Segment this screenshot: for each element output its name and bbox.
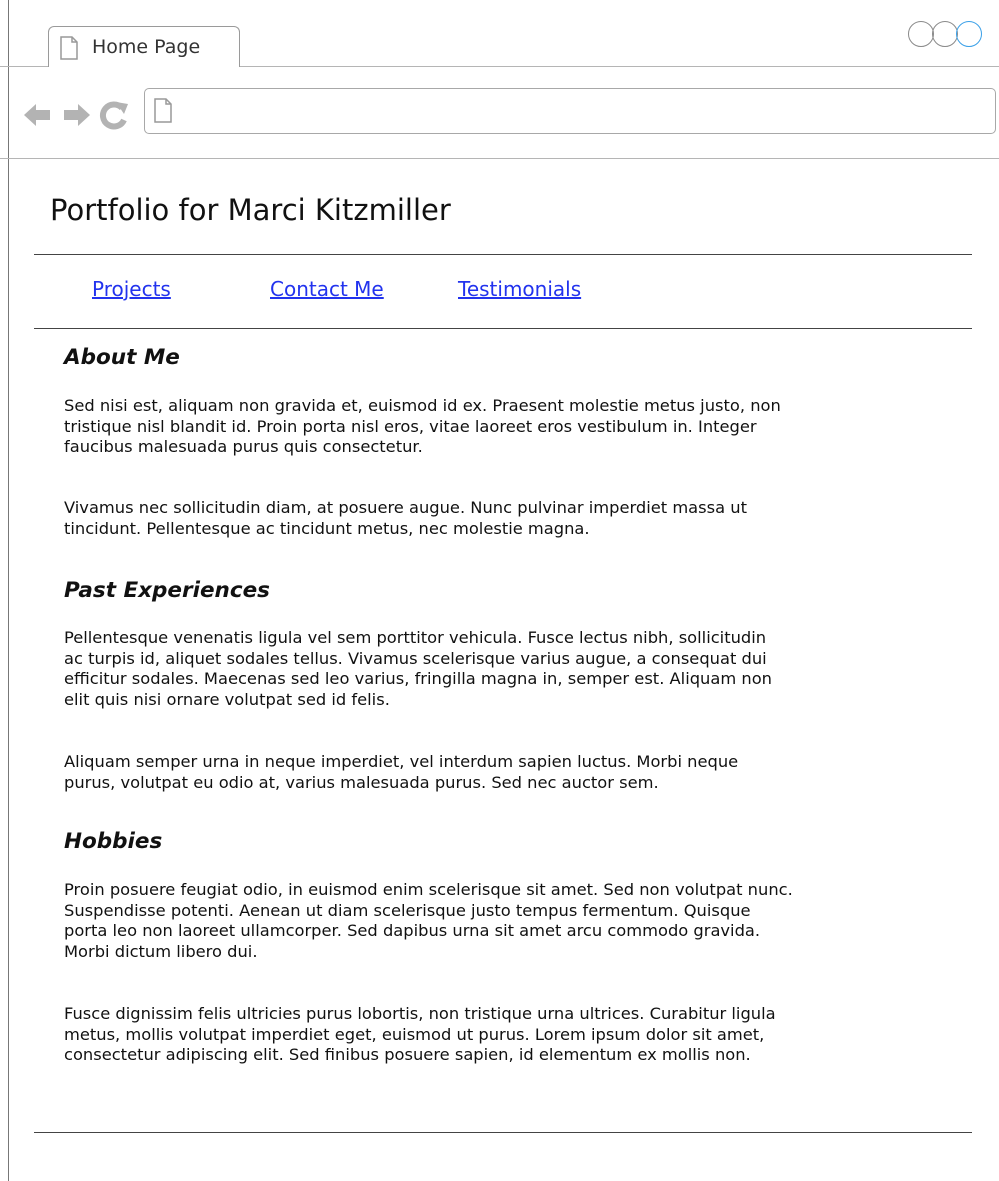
text-line: Proin posuere feugiat odio, in euismod e… [64, 880, 793, 899]
page-title: Portfolio for Marci Kitzmiller [50, 193, 451, 227]
text-line: Fusce dignissim felis ultricies purus lo… [64, 1004, 776, 1023]
text-line: tristique nisl blandit id. Proin porta n… [64, 416, 757, 436]
nav-link-contact-me[interactable]: Contact Me [270, 277, 384, 301]
text-line: tincidunt. Pellentesque ac tincidunt met… [64, 518, 590, 538]
section-heading: About Me [64, 345, 180, 370]
paragraph: Proin posuere feugiat odio, in euismod e… [64, 880, 944, 962]
text-line: Morbi dictum libero dui. [64, 941, 258, 961]
text-line: Aliquam semper urna in neque imperdiet, … [64, 752, 739, 771]
paragraph: Sed nisi est, aliquam non gravida et, eu… [64, 396, 944, 458]
text-line: consectetur adipiscing elit. Sed finibus… [64, 1045, 751, 1064]
paragraph: Pellentesque venenatis ligula vel sem po… [64, 628, 944, 710]
text-line: Suspendisse potenti. Aenean ut diam scel… [64, 900, 751, 920]
nav-link-testimonials[interactable]: Testimonials [458, 277, 581, 301]
paragraph: Vivamus nec sollicitudin diam, at posuer… [64, 498, 944, 539]
paragraph: Aliquam semper urna in neque imperdiet, … [64, 752, 944, 793]
text-line: faucibus malesuada purus quis consectetu… [64, 437, 423, 456]
text-line: Sed nisi est, aliquam non gravida et, eu… [64, 396, 781, 415]
text-line: porta leo non laoreet ullamcorper. Sed d… [64, 921, 761, 940]
section-hobbies: Hobbies [64, 829, 944, 854]
section-about-me: About Me [64, 345, 944, 370]
text-line: efficitur sodales. Maecenas sed leo vari… [64, 669, 772, 688]
text-line: Pellentesque venenatis ligula vel sem po… [64, 628, 767, 647]
footer-divider [34, 1132, 972, 1133]
text-line: Vivamus nec sollicitudin diam, at posuer… [64, 498, 747, 517]
section-heading: Hobbies [64, 829, 163, 854]
section-past-experiences: Past Experiences [64, 578, 944, 603]
text-line: ac turpis id, aliquet sodales tellus. Vi… [64, 648, 767, 668]
text-line: purus, volutpat eu odio at, varius males… [64, 772, 659, 792]
header-divider [34, 254, 972, 255]
section-heading: Past Experiences [64, 578, 270, 603]
nav-divider [34, 328, 972, 329]
nav-link-projects[interactable]: Projects [92, 277, 171, 301]
paragraph: Fusce dignissim felis ultricies purus lo… [64, 1004, 944, 1066]
page-content: Portfolio for Marci Kitzmiller Projects … [0, 0, 999, 1181]
text-line: metus, mollis volutpat imperdiet eget, e… [64, 1024, 765, 1044]
text-line: elit quis nisi ornare volutpat sed id fe… [64, 689, 390, 709]
